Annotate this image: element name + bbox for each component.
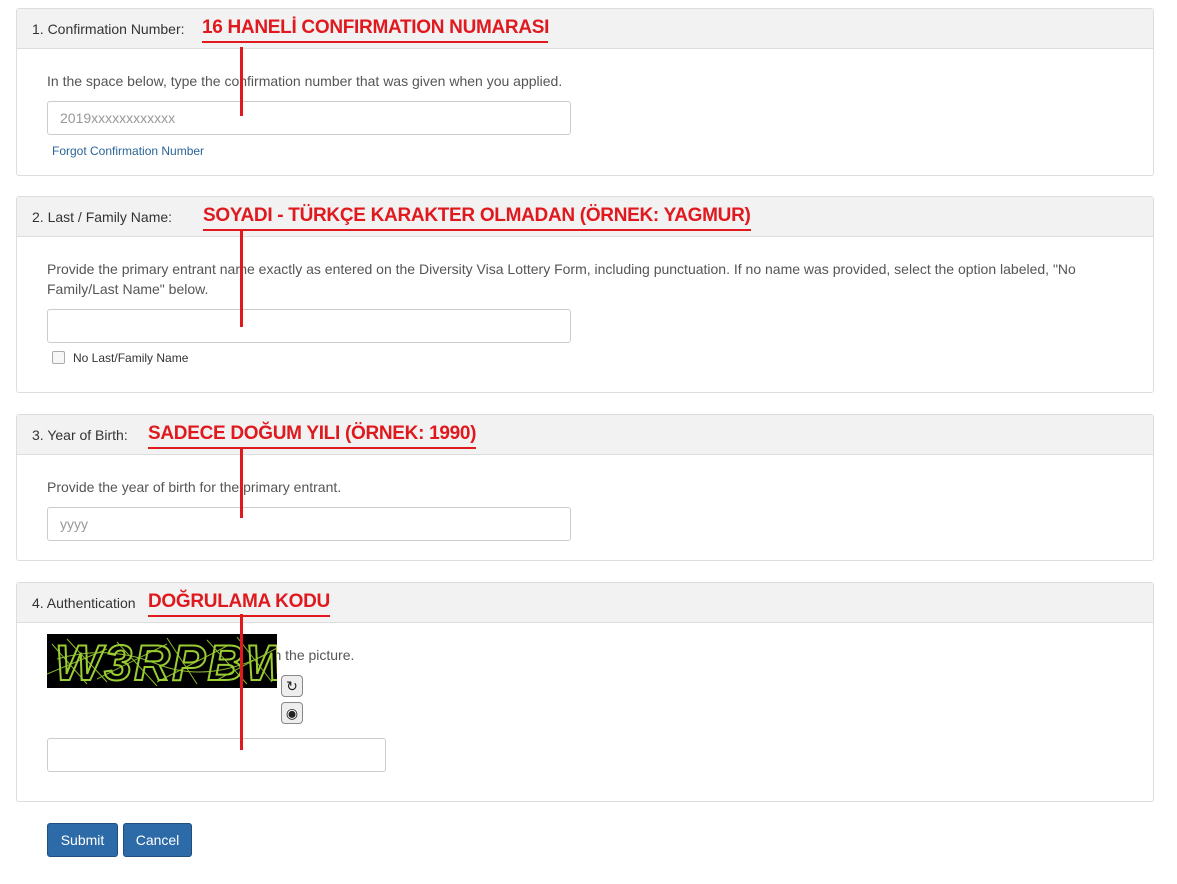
captcha-text: W3RPBW — [55, 635, 277, 688]
section-description: Provide the primary entrant name exactly… — [47, 259, 1076, 299]
section-title: 1. Confirmation Number: — [32, 21, 185, 37]
year-of-birth-input[interactable] — [47, 507, 571, 541]
annotation-label: DOĞRULAMA KODU — [148, 591, 330, 617]
panel-heading: 4. Authentication DOĞRULAMA KODU — [17, 583, 1153, 623]
annotation-label: SOYADI - TÜRKÇE KARAKTER OLMADAN (ÖRNEK:… — [203, 205, 751, 231]
captcha-input[interactable] — [47, 738, 386, 772]
annotation-pointer-line — [240, 614, 243, 750]
annotation-pointer-line — [240, 231, 243, 327]
description-line: Family/Last Name" below. — [47, 281, 209, 297]
checkbox-label: No Last/Family Name — [73, 351, 189, 365]
forgot-confirmation-link[interactable]: Forgot Confirmation Number — [52, 144, 204, 158]
panel-heading: 1. Confirmation Number: 16 HANELİ CONFIR… — [17, 9, 1153, 49]
confirmation-number-panel: 1. Confirmation Number: 16 HANELİ CONFIR… — [16, 8, 1154, 176]
no-last-name-option[interactable]: No Last/Family Name — [52, 351, 188, 365]
refresh-icon[interactable]: ↻ — [281, 675, 303, 697]
panel-heading: 3. Year of Birth: SADECE DOĞUM YILI (ÖRN… — [17, 415, 1153, 455]
annotation-label: 16 HANELİ CONFIRMATION NUMARASI — [202, 17, 549, 43]
section-description: In the space below, type the confirmatio… — [47, 73, 563, 89]
year-of-birth-panel: 3. Year of Birth: SADECE DOĞUM YILI (ÖRN… — [16, 414, 1154, 561]
annotation-pointer-line — [240, 47, 243, 116]
section-title: 2. Last / Family Name: — [32, 209, 173, 225]
last-name-input[interactable] — [47, 309, 571, 343]
no-last-name-checkbox[interactable] — [52, 351, 65, 364]
cancel-button[interactable]: Cancel — [123, 823, 192, 857]
confirmation-number-input[interactable] — [47, 101, 571, 135]
section-description: Provide the year of birth for the primar… — [47, 479, 342, 495]
annotation-label: SADECE DOĞUM YILI (ÖRNEK: 1990) — [148, 423, 476, 449]
panel-heading: 2. Last / Family Name: SOYADI - TÜRKÇE K… — [17, 197, 1153, 237]
section-title: 4. Authentication — [32, 595, 136, 611]
submit-button[interactable]: Submit — [47, 823, 118, 857]
audio-icon[interactable]: ◉ — [281, 702, 303, 724]
authentication-panel: 4. Authentication DOĞRULAMA KODU Type th… — [16, 582, 1154, 802]
section-title: 3. Year of Birth: — [32, 427, 128, 443]
last-name-panel: 2. Last / Family Name: SOYADI - TÜRKÇE K… — [16, 196, 1154, 393]
annotation-pointer-line — [240, 448, 243, 518]
description-line: Provide the primary entrant name exactly… — [47, 261, 1076, 277]
